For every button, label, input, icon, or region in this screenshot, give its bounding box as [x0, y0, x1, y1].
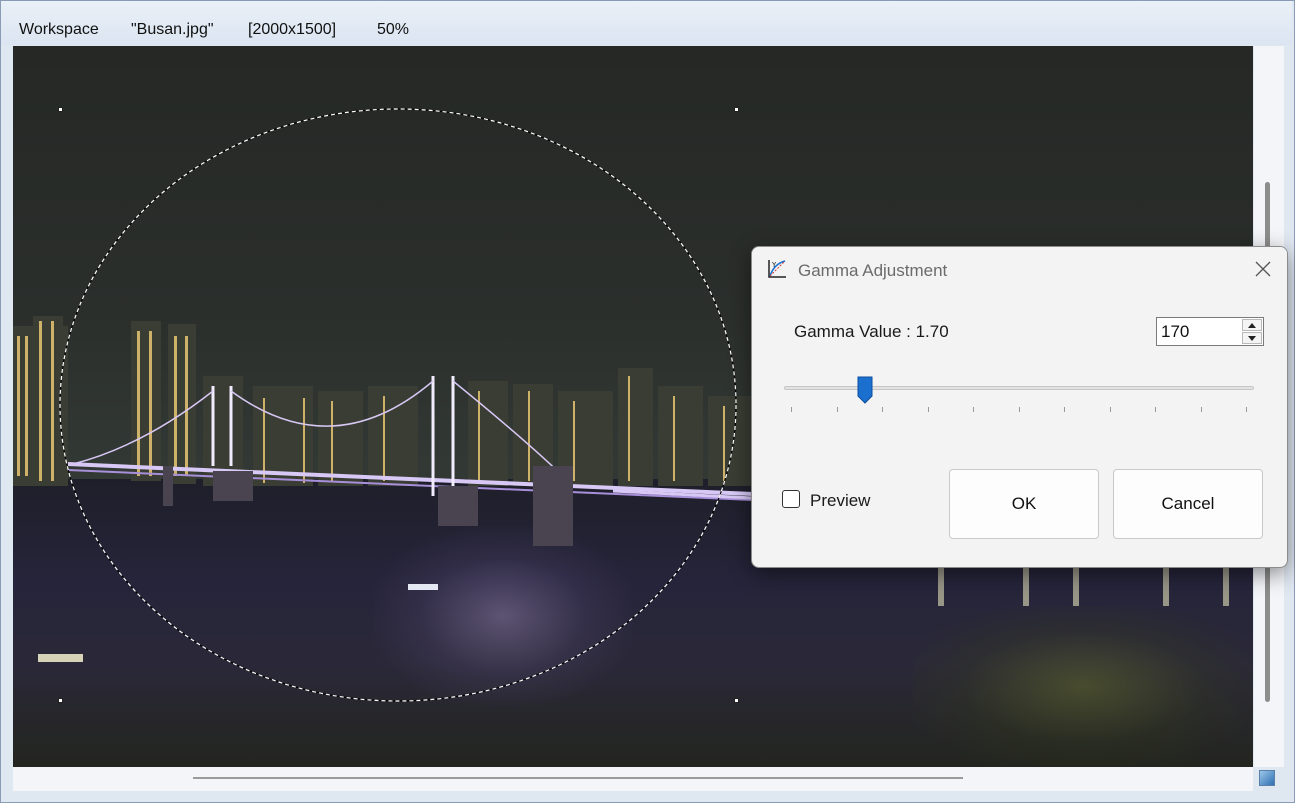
svg-text:Y: Y	[771, 261, 777, 269]
arrow-down-icon	[1248, 336, 1256, 341]
image-size: [2000x1500]	[248, 21, 337, 38]
slider-tick	[1064, 407, 1065, 412]
stepper-up-button[interactable]	[1242, 319, 1262, 331]
gamma-curve-icon: Y	[768, 260, 786, 278]
zoom-level: 50%	[377, 21, 410, 38]
gamma-value-stepper[interactable]	[1156, 317, 1264, 346]
selection-handle-top-left[interactable]	[58, 107, 63, 112]
cancel-button[interactable]: Cancel	[1113, 469, 1263, 539]
workspace-titlebar: Workspace "Busan.jpg" [2000x1500] 50%	[1, 1, 1292, 45]
gamma-value-input[interactable]	[1157, 318, 1245, 345]
navigator-corner-icon[interactable]	[1259, 770, 1275, 786]
gamma-adjustment-dialog: Y Gamma Adjustment Gamma Value : 1.70 Pr…	[751, 246, 1288, 568]
slider-tick	[1109, 407, 1111, 412]
gamma-slider-track[interactable]	[784, 386, 1254, 390]
gamma-slider-thumb[interactable]	[857, 376, 873, 404]
file-name: "Busan.jpg"	[131, 21, 214, 38]
dialog-title: Gamma Adjustment	[798, 261, 948, 280]
slider-tick	[1246, 407, 1247, 412]
dialog-titlebar: Y Gamma Adjustment	[752, 247, 1287, 293]
slider-tick	[927, 407, 929, 412]
selection-handle-bottom-left[interactable]	[58, 698, 63, 703]
stepper-down-button[interactable]	[1242, 332, 1262, 344]
stepper-buttons	[1242, 319, 1262, 344]
ok-button[interactable]: OK	[949, 469, 1099, 539]
preview-label: Preview	[810, 491, 871, 510]
slider-tick	[791, 407, 792, 412]
slider-tick	[1200, 407, 1202, 412]
slider-tick	[882, 407, 883, 412]
selection-handle-top-right[interactable]	[734, 107, 739, 112]
gamma-value-label: Gamma Value : 1.70	[794, 322, 949, 341]
slider-tick	[1155, 407, 1156, 412]
slider-tick	[1018, 407, 1020, 412]
selection-handle-bottom-right[interactable]	[734, 698, 739, 703]
slider-tick	[836, 407, 838, 412]
workspace-label: Workspace	[19, 21, 99, 38]
close-icon[interactable]	[1253, 259, 1273, 279]
arrow-up-icon	[1248, 323, 1256, 328]
horizontal-scrollbar[interactable]	[13, 767, 1253, 791]
preview-checkbox[interactable]	[782, 490, 800, 508]
horizontal-scroll-thumb[interactable]	[193, 777, 963, 779]
slider-tick	[973, 407, 974, 412]
